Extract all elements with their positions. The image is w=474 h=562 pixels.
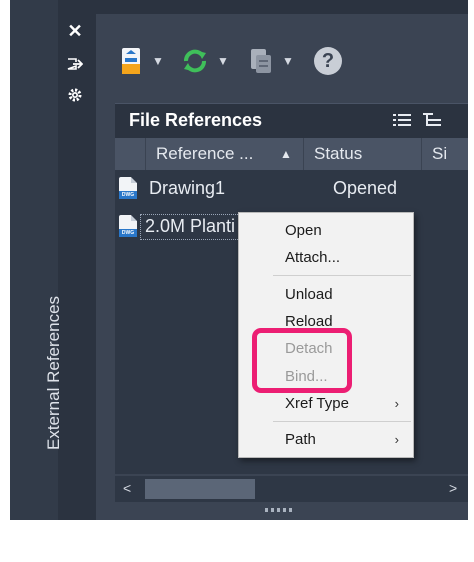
column-icon-spacer [115, 138, 145, 170]
attach-dwg-icon [122, 48, 140, 74]
submenu-arrow-icon: › [394, 395, 399, 411]
dwg-file-icon: DWG [119, 177, 137, 199]
refresh-dropdown-icon[interactable]: ▼ [217, 54, 229, 68]
menu-item-attach[interactable]: Attach... [239, 244, 413, 270]
attach-dropdown-icon[interactable]: ▼ [152, 54, 164, 68]
list-view-icon[interactable] [393, 112, 411, 133]
horizontal-scrollbar[interactable]: < > [115, 476, 468, 502]
change-path-icon [251, 49, 271, 73]
menu-item-reload[interactable]: Reload [239, 308, 413, 334]
column-size[interactable]: Si [421, 138, 468, 170]
menu-separator [273, 275, 411, 276]
file-references-title: File References [129, 110, 263, 130]
column-status[interactable]: Status [303, 138, 421, 170]
refresh-button[interactable]: ▼ [181, 44, 229, 78]
help-icon: ? [314, 47, 342, 75]
help-button[interactable]: ? [314, 44, 342, 78]
sort-ascending-icon: ▲ [280, 147, 292, 161]
context-menu: Open Attach... Unload Reload Detach Bind… [238, 212, 414, 458]
list-item[interactable]: DWG Drawing1 Opened [115, 172, 468, 204]
close-icon[interactable]: ✕ [66, 21, 84, 41]
column-reference-name[interactable]: Reference ... ▲ [145, 138, 303, 170]
reference-status: Opened [333, 177, 398, 198]
menu-item-open[interactable]: Open [239, 217, 413, 243]
dwg-file-icon: DWG [119, 215, 137, 237]
menu-item-unload[interactable]: Unload [239, 281, 413, 307]
resize-grip[interactable] [265, 508, 295, 512]
palette-title-bar[interactable]: External References [10, 0, 63, 520]
reference-name: Drawing1 [149, 177, 226, 198]
column-headers: Reference ... ▲ Status Si [115, 138, 468, 170]
refresh-icon [184, 49, 206, 73]
submenu-arrow-icon: › [394, 431, 399, 447]
auto-hide-icon[interactable] [66, 55, 84, 73]
selection-focus-outline [140, 214, 240, 240]
file-references-header: File References [115, 103, 468, 138]
scroll-right-icon[interactable]: > [449, 480, 457, 496]
attach-button[interactable]: ▼ [120, 44, 164, 78]
change-path-button[interactable]: ▼ [248, 44, 294, 78]
scroll-left-icon[interactable]: < [123, 480, 131, 496]
properties-gear-icon[interactable] [66, 86, 84, 104]
menu-item-detach: Detach [285, 339, 333, 357]
change-path-dropdown-icon[interactable]: ▼ [282, 54, 294, 68]
menu-separator [273, 421, 411, 422]
menu-item-xref-type[interactable]: Xref Type › [239, 390, 413, 416]
menu-item-path[interactable]: Path › [239, 426, 413, 452]
scroll-thumb[interactable] [145, 479, 255, 499]
tree-view-icon[interactable] [423, 112, 441, 133]
menu-item-bind: Bind... [285, 367, 328, 385]
